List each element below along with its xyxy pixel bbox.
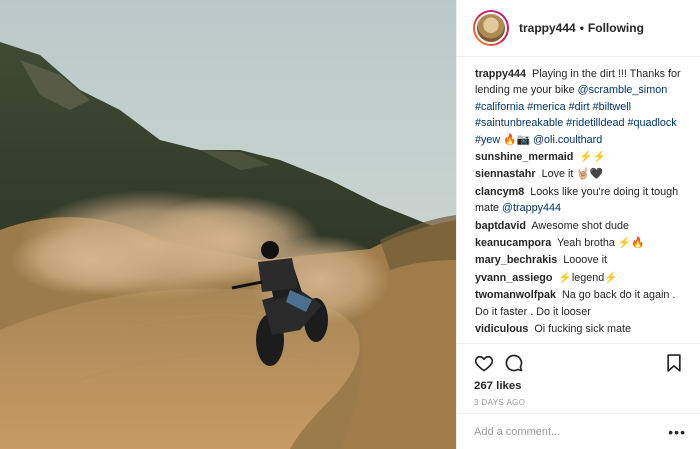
post-actions: 267 likes 3 DAYS AGO bbox=[457, 343, 700, 407]
heart-icon[interactable] bbox=[474, 353, 494, 373]
comment-username[interactable]: twomanwolfpak bbox=[475, 289, 556, 301]
comment-username[interactable]: keanucampora bbox=[475, 237, 551, 249]
comment-item: vidiculous Oi fucking sick mate bbox=[475, 321, 684, 337]
comment-text: ⚡⚡ bbox=[579, 151, 607, 164]
comment-item: baptdavid Awesome shot dude bbox=[475, 218, 684, 234]
comment-input[interactable] bbox=[474, 425, 669, 438]
comments-list: trappy444 Playing in the dirt !!! Thanks… bbox=[457, 57, 700, 347]
comment-username[interactable]: clancym8 bbox=[475, 186, 524, 198]
comment-text: Yeah brotha ⚡🔥 bbox=[557, 237, 645, 250]
comment-username[interactable]: baptdavid bbox=[475, 220, 526, 232]
comment-item: twomanwolfpak Na go back do it again . D… bbox=[475, 287, 684, 320]
more-options-icon[interactable]: ••• bbox=[668, 425, 686, 439]
comment-text: Love it 🤘🏼🖤 bbox=[541, 168, 604, 181]
action-icons bbox=[474, 351, 684, 375]
follow-status[interactable]: Following bbox=[588, 21, 644, 35]
comment-username[interactable]: yvann_assiego bbox=[475, 272, 552, 284]
comment-item: mary_bechrakis Looove it bbox=[475, 252, 684, 268]
header-username[interactable]: trappy444 bbox=[519, 21, 576, 35]
comment-username[interactable]: vidiculous bbox=[475, 323, 528, 335]
separator-dot: • bbox=[579, 21, 584, 35]
post-date[interactable]: 3 DAYS AGO bbox=[474, 398, 684, 407]
comment-username[interactable]: mary_bechrakis bbox=[475, 254, 557, 266]
comment-username[interactable]: siennastahr bbox=[475, 168, 536, 180]
caption: trappy444 Playing in the dirt !!! Thanks… bbox=[475, 66, 684, 148]
motorcycle-dirt-photo bbox=[0, 0, 456, 449]
comment-text: Awesome shot dude bbox=[531, 219, 630, 232]
comment-item: yvann_assiego ⚡legend⚡ bbox=[475, 270, 684, 286]
comment-mention[interactable]: @trappy444 bbox=[502, 202, 561, 214]
likes-count[interactable]: 267 likes bbox=[474, 380, 684, 392]
post-photo[interactable] bbox=[0, 0, 456, 449]
add-comment-bar: ••• bbox=[457, 413, 700, 449]
comment-item: clancym8 Looks like you're doing it toug… bbox=[475, 184, 684, 217]
comment-item: siennastahr Love it 🤘🏼🖤 bbox=[475, 166, 684, 182]
comment-text: Looove it bbox=[563, 254, 608, 267]
comment-icon[interactable] bbox=[504, 353, 524, 373]
comment-username[interactable]: sunshine_mermaid bbox=[475, 151, 573, 163]
caption-username[interactable]: trappy444 bbox=[475, 68, 526, 80]
comment-text: Oi fucking sick mate bbox=[534, 323, 632, 336]
comment-item: sunshine_mermaid ⚡⚡ bbox=[475, 149, 684, 165]
bookmark-icon[interactable] bbox=[664, 353, 684, 373]
header-text: trappy444 • Following bbox=[519, 21, 644, 35]
avatar[interactable] bbox=[473, 10, 509, 46]
post-side-panel: trappy444 • Following trappy444 Playing in… bbox=[456, 0, 700, 449]
instagram-post: trappy444 • Following trappy444 Playing in… bbox=[0, 0, 700, 449]
comment-item: keanucampora Yeah brotha ⚡🔥 bbox=[475, 235, 684, 251]
post-header: trappy444 • Following bbox=[457, 0, 700, 57]
comment-text: ⚡legend⚡ bbox=[558, 271, 618, 284]
